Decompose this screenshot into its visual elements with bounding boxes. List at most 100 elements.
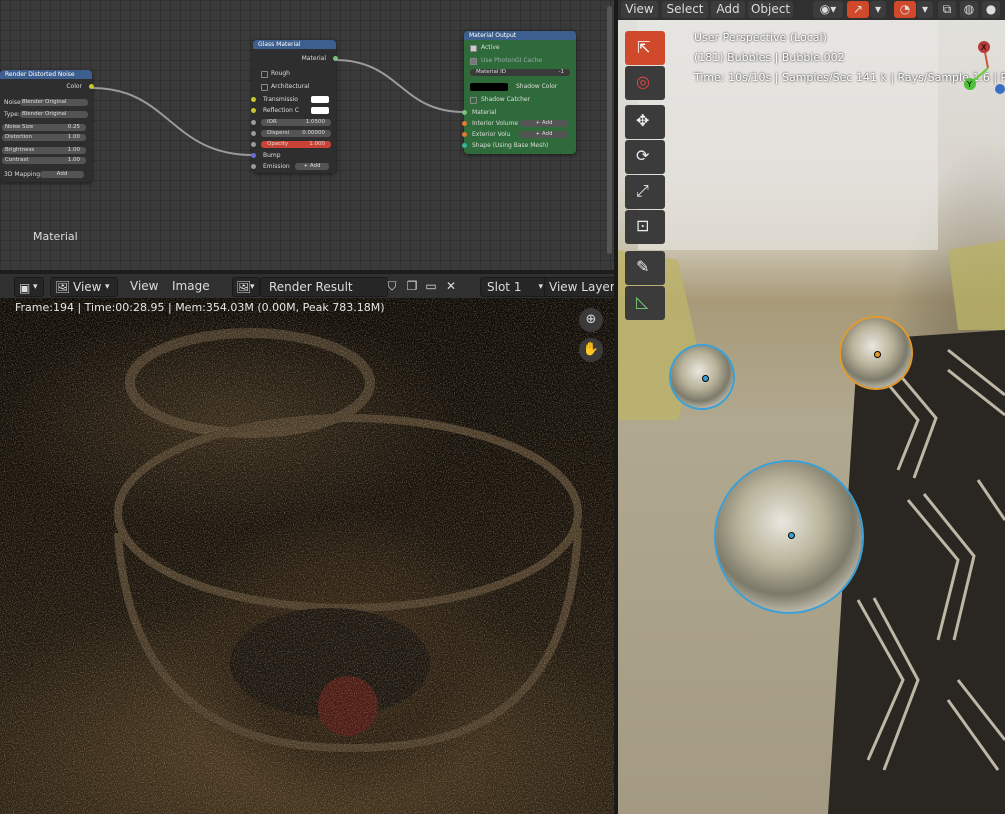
scale-tool-icon[interactable]: ⤢ (625, 175, 665, 209)
material-id-field[interactable]: Material ID -1 (470, 69, 570, 76)
render-info-text: Frame:194 | Time:00:28.95 | Mem:354.03M … (15, 301, 385, 314)
noise-node-title: Render Distorted Noise (0, 70, 92, 79)
opacity-field[interactable]: Opacity 1.000 (261, 141, 331, 148)
emission-add-button[interactable]: + Add (295, 163, 329, 170)
transform-tool-icon[interactable]: ⊡ (625, 210, 665, 244)
slot-dropdown[interactable]: Slot 1 ▾ (480, 277, 548, 297)
solid-shading-icon[interactable]: ● (982, 1, 1000, 18)
viewport-object-text: (181) Bubbles | Bubble.002 (694, 51, 845, 64)
color-output-socket[interactable] (89, 84, 94, 89)
noise-type-row: Noise: Blender Original (0, 98, 92, 107)
chevron-down-icon: ▾ (250, 282, 255, 292)
bump-label: Bump (263, 152, 281, 159)
output-node-title: Material Output (464, 31, 576, 40)
editor-type-button[interactable]: ▣ ▾ (14, 277, 44, 297)
dispersion-socket[interactable] (251, 131, 256, 136)
chevron-down-icon: ▾ (105, 282, 110, 292)
image-menu[interactable]: Image (172, 277, 210, 295)
viewport-object-menu[interactable]: Object (748, 1, 793, 18)
node-editor-scrollbar[interactable] (607, 6, 612, 254)
wireframe-shading-icon[interactable]: ◍ (960, 1, 978, 18)
distortion-field[interactable]: Distortion 1.00 (2, 134, 86, 141)
node-editor[interactable]: Render Distorted Noise Color Noise: Blen… (0, 0, 616, 270)
image-icon: 🖼 (55, 280, 71, 294)
reflection-color[interactable] (311, 107, 329, 114)
3d-viewport[interactable]: User Perspective (Local) (181) Bubbles |… (618, 0, 1005, 814)
object-origin (874, 351, 881, 358)
shield-icon[interactable]: ⛉ (383, 277, 401, 295)
ior-socket[interactable] (251, 120, 256, 125)
transmission-color[interactable] (311, 96, 329, 103)
view-mode-dropdown[interactable]: 🖼 View ▾ (50, 277, 118, 297)
image-icon: 🖼 (236, 280, 252, 294)
hand-pan-icon[interactable]: ✋ (579, 338, 603, 362)
viewport-select-menu[interactable]: Select (662, 1, 708, 18)
mapping-row: 3D Mapping Add (0, 170, 92, 179)
noise-size-field[interactable]: Noise Size 0.25 (2, 124, 86, 131)
viewport-perspective-text: User Perspective (Local) (694, 31, 827, 44)
view-menu[interactable]: View (130, 277, 158, 295)
rotate-tool-icon[interactable]: ⟳ (625, 140, 665, 174)
select-box-tool-icon[interactable]: ⇱ (625, 31, 665, 65)
viewport-scene (618, 0, 1005, 814)
image-editor-icon: ▣ (19, 281, 31, 295)
chevron-down-icon[interactable]: ▾ (870, 1, 886, 18)
xray-toggle-icon[interactable]: ⧉ (938, 1, 956, 18)
chevron-down-icon: ▾ (538, 282, 543, 292)
chevron-down-icon[interactable]: ▾ (917, 1, 933, 18)
contrast-field[interactable]: Contrast 1.00 (2, 157, 86, 164)
image-editor-header: ▣ ▾ 🖼 View ▾ View Image 🖼 ▾ Render Resul… (0, 274, 622, 298)
noise-output-label: Color (66, 83, 82, 90)
chevron-down-icon: ▾ (33, 282, 38, 292)
image-browse-button[interactable]: 🖼 ▾ (232, 277, 260, 297)
duplicate-icon[interactable]: ❐ (403, 277, 421, 295)
close-icon[interactable]: ✕ (442, 277, 460, 295)
overlay-toggle-icon[interactable]: ◔ (894, 1, 916, 18)
opacity-socket[interactable] (251, 142, 256, 147)
glass-material-node[interactable]: Glass Material Material Rough Architectu… (251, 40, 338, 173)
glass-node-title: Glass Material (253, 40, 336, 49)
material-input-label: Material (472, 109, 497, 116)
measure-tool-icon[interactable]: ◺ (625, 286, 665, 320)
viewport-view-menu[interactable]: View (621, 1, 658, 18)
active-label: Active (481, 44, 500, 51)
exterior-add-button[interactable]: + Add (520, 131, 568, 138)
render-result-view[interactable]: Frame:194 | Time:00:28.95 | Mem:354.03M … (0, 298, 616, 814)
gizmo-y-label: Y (966, 80, 972, 89)
viewport-header: View Select Add Object ◉▾ ↗ ▾ ◔ ▾ ⧉ ◍ ● (618, 0, 1005, 20)
folder-icon[interactable]: ▭ (422, 277, 440, 295)
glass-output-label: Material (301, 55, 326, 62)
type-row: Type: Blender Original (0, 110, 92, 119)
shape-label: Shape (Using Base Mesh) (472, 142, 549, 149)
ior-field[interactable]: IOR 1.0500 (261, 119, 331, 126)
shadow-color-label: Shadow Color (516, 83, 558, 90)
interior-add-button[interactable]: + Add (520, 120, 568, 127)
object-origin (788, 532, 795, 539)
visibility-eye-icon[interactable]: ◉▾ (813, 1, 843, 18)
image-name-field[interactable]: Render Result (260, 277, 388, 297)
brightness-field[interactable]: Brightness 1.00 (2, 147, 86, 154)
shadow-catcher-label: Shadow Catcher (481, 96, 531, 103)
architectural-label: Architectural (271, 83, 310, 90)
mapping-add-button[interactable]: Add (40, 171, 84, 178)
dispersion-field[interactable]: Dispersi 0.00000 (261, 130, 331, 137)
move-tool-icon[interactable]: ✥ (625, 105, 665, 139)
noise-type-select[interactable]: Blender Original (20, 99, 88, 106)
material-output-node[interactable]: Material Output Active Use PhotonGI Cach… (462, 31, 576, 154)
view-layer-dropdown[interactable]: View Layer (544, 277, 622, 297)
object-origin (702, 375, 709, 382)
zoom-icon[interactable]: ⊕ (579, 308, 603, 332)
render-image (0, 298, 616, 814)
navigation-gizmo[interactable]: X Y (958, 38, 1005, 98)
gizmo-toggle-icon[interactable]: ↗ (847, 1, 869, 18)
viewport-add-menu[interactable]: Add (711, 1, 745, 18)
annotate-tool-icon[interactable]: ✎ (625, 251, 665, 285)
gizmo-x-label: X (981, 43, 987, 52)
editor-context-label: Material (33, 230, 78, 243)
photon-label: Use PhotonGI Cache (481, 57, 543, 64)
cursor-tool-icon[interactable]: ◎ (625, 66, 665, 100)
material-output-socket[interactable] (333, 56, 338, 61)
type-select[interactable]: Blender Original (20, 111, 88, 118)
noise-node[interactable]: Render Distorted Noise Color Noise: Blen… (0, 70, 94, 182)
rough-label: Rough (271, 70, 290, 77)
